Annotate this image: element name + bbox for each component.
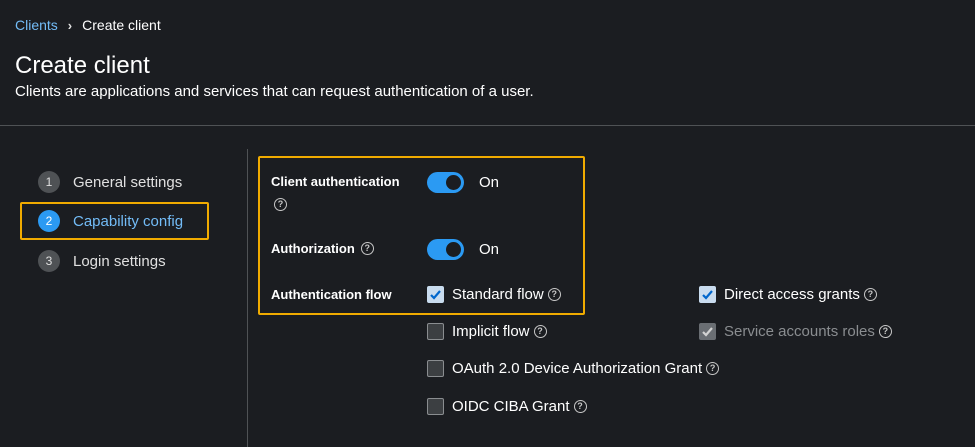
help-icon[interactable]: ? [360,242,374,255]
help-icon[interactable]: ? [863,288,877,301]
oauth-device-grant-checkbox-row: OAuth 2.0 Device Authorization Grant ? [427,360,720,377]
direct-access-grants-checkbox-row: Direct access grants ? [699,286,877,303]
help-icon[interactable]: ? [706,362,720,375]
check-icon [702,290,713,300]
help-icon[interactable]: ? [878,325,892,338]
wizard-nav-divider [247,149,248,447]
standard-flow-checkbox[interactable] [427,286,444,303]
authorization-switch-row: On [427,239,499,260]
switch-state-label: On [479,174,500,191]
help-icon[interactable]: ? [274,198,287,211]
check-icon [702,327,713,337]
client-authentication-switch[interactable] [427,172,464,193]
authorization-label: Authorization ? [271,241,374,256]
breadcrumb: Clients › Create client [15,17,161,33]
breadcrumb-clients-link[interactable]: Clients [15,17,58,33]
switch-state-label: On [479,241,500,258]
implicit-flow-checkbox-row: Implicit flow ? [427,323,547,340]
implicit-flow-checkbox[interactable] [427,323,444,340]
oauth-device-grant-label: OAuth 2.0 Device Authorization Grant [452,360,703,377]
page-subtitle: Clients are applications and services th… [15,83,534,100]
switch-knob [446,242,461,257]
step-number: 1 [38,171,60,193]
service-accounts-roles-checkbox [699,323,716,340]
authorization-switch[interactable] [427,239,464,260]
oidc-ciba-grant-checkbox[interactable] [427,398,444,415]
help-icon[interactable]: ? [573,400,587,413]
service-accounts-roles-checkbox-row: Service accounts roles ? [699,323,892,340]
step-number: 3 [38,250,60,272]
oidc-ciba-grant-label: OIDC CIBA Grant [452,398,570,415]
standard-flow-checkbox-row: Standard flow ? [427,286,561,303]
header-divider [0,125,975,126]
page-title: Create client [15,52,150,79]
help-icon[interactable]: ? [533,325,547,338]
step-label: General settings [73,173,183,191]
wizard-step-login-settings[interactable]: 3 Login settings [38,250,166,272]
switch-knob [446,175,461,190]
oidc-ciba-grant-checkbox-row: OIDC CIBA Grant ? [427,398,587,415]
highlight-box-step [20,202,209,240]
oauth-device-grant-checkbox[interactable] [427,360,444,377]
service-accounts-roles-label: Service accounts roles [724,323,875,340]
client-authentication-switch-row: On [427,172,499,193]
wizard-step-general-settings[interactable]: 1 General settings [38,171,182,193]
step-label: Login settings [73,252,166,270]
standard-flow-label: Standard flow [452,286,544,303]
client-authentication-label: Client authentication [271,174,400,189]
chevron-right-icon: › [67,17,73,33]
implicit-flow-label: Implicit flow [452,323,530,340]
breadcrumb-current: Create client [82,17,161,33]
authentication-flow-label: Authentication flow [271,287,392,302]
direct-access-grants-label: Direct access grants [724,286,860,303]
direct-access-grants-checkbox[interactable] [699,286,716,303]
help-icon[interactable]: ? [547,288,561,301]
check-icon [430,290,441,300]
